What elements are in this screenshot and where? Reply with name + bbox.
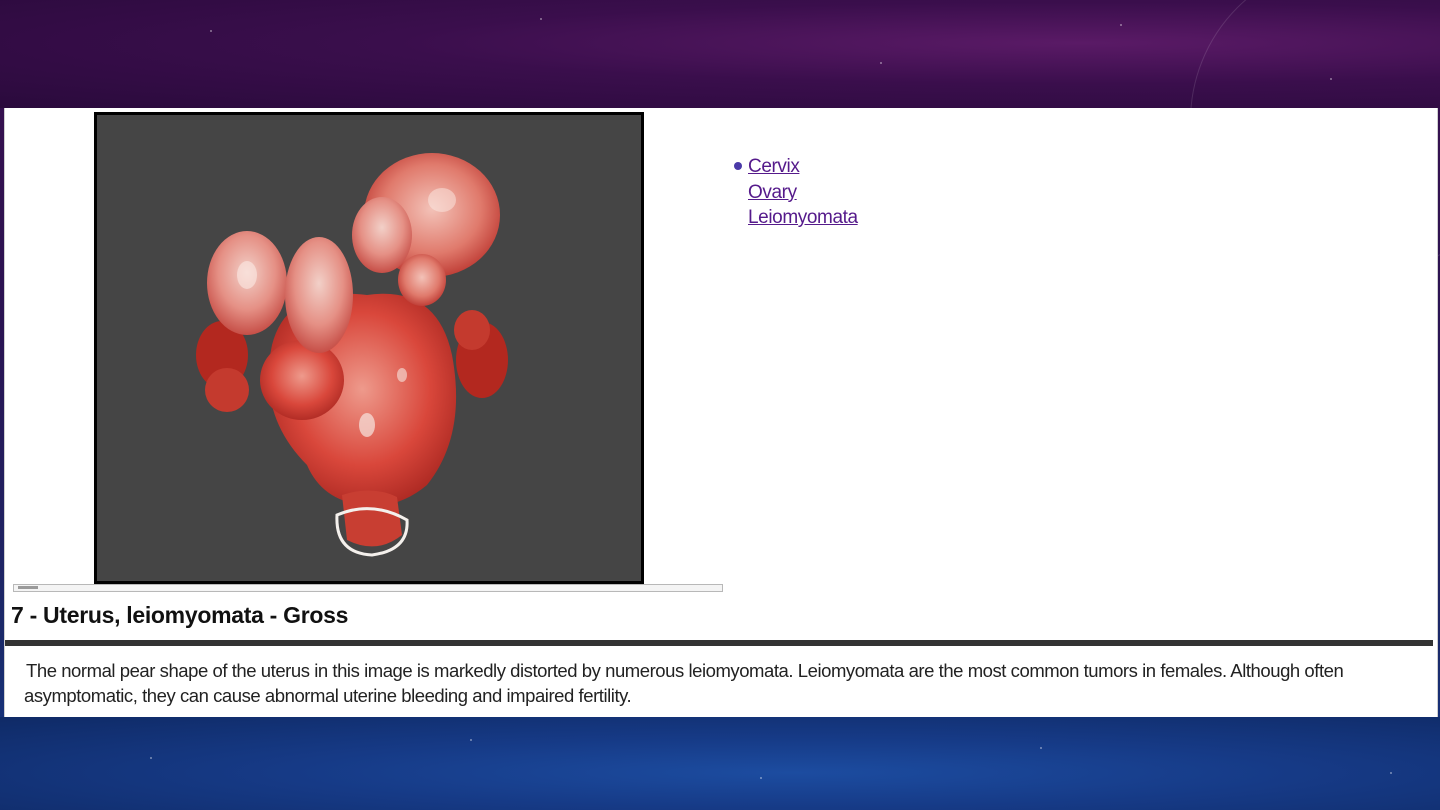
star-dot (1390, 772, 1392, 774)
star-dot (760, 777, 762, 779)
star-dot (1330, 78, 1332, 80)
slide-background-top (0, 0, 1440, 282)
figure-description: The normal pear shape of the uterus in t… (24, 660, 1344, 706)
star-dot (470, 739, 472, 741)
star-dot (210, 30, 212, 32)
star-dot (1040, 747, 1042, 749)
cervix-link[interactable]: Cervix (748, 156, 800, 177)
bullet-icon (734, 162, 742, 170)
title-divider (5, 640, 1433, 646)
link-item-cervix: Cervix (733, 154, 858, 180)
gross-specimen-photo (94, 112, 644, 584)
star-dot (1120, 24, 1122, 26)
webpage-screenshot: Cervix Ovary Leiomyomata 7 - Uterus, lei… (4, 108, 1438, 717)
link-item-ovary: Ovary (733, 180, 858, 206)
star-dot (880, 62, 882, 64)
horizontal-scrollbar[interactable] (13, 584, 723, 592)
related-links-list: Cervix Ovary Leiomyomata (733, 154, 858, 231)
star-dot (150, 757, 152, 759)
leiomyomata-link[interactable]: Leiomyomata (748, 207, 858, 228)
slide-background-bottom (0, 717, 1440, 810)
ovary-link[interactable]: Ovary (748, 182, 797, 203)
star-dot (540, 18, 542, 20)
scrollbar-thumb[interactable] (18, 586, 38, 589)
link-item-leiomyomata: Leiomyomata (733, 205, 858, 231)
uterus-specimen-image (196, 153, 508, 557)
figure-title: 7 - Uterus, leiomyomata - Gross (11, 602, 349, 628)
